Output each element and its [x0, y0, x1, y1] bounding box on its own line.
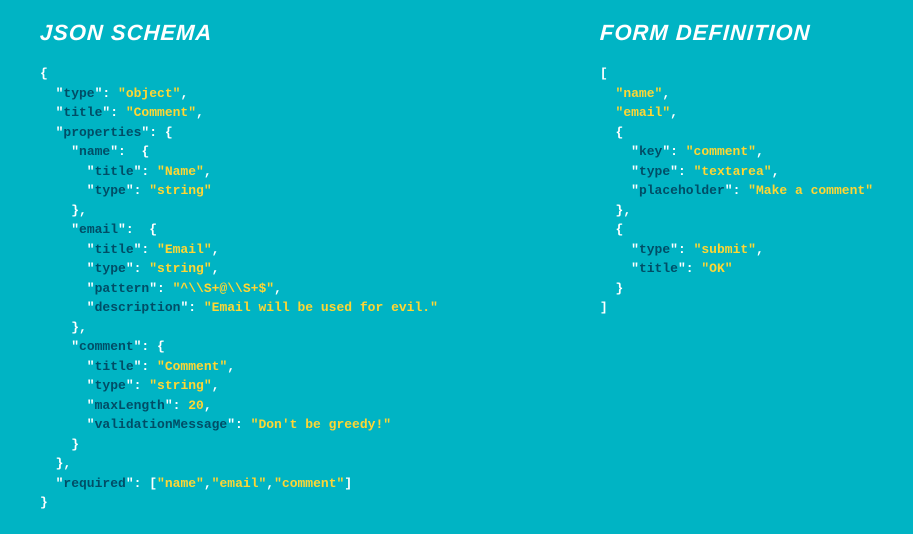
- json-schema-heading: JSON SCHEMA: [39, 20, 600, 46]
- form-definition-heading: FORM DEFINITION: [599, 20, 873, 46]
- form-definition-code: [ "name", "email", { "key": "comment", "…: [600, 64, 873, 318]
- slide-container: JSON SCHEMA { "type": "object", "title":…: [0, 0, 913, 533]
- json-schema-code: { "type": "object", "title": "Comment", …: [40, 64, 600, 513]
- form-definition-column: FORM DEFINITION [ "name", "email", { "ke…: [600, 20, 873, 513]
- json-schema-column: JSON SCHEMA { "type": "object", "title":…: [40, 20, 600, 513]
